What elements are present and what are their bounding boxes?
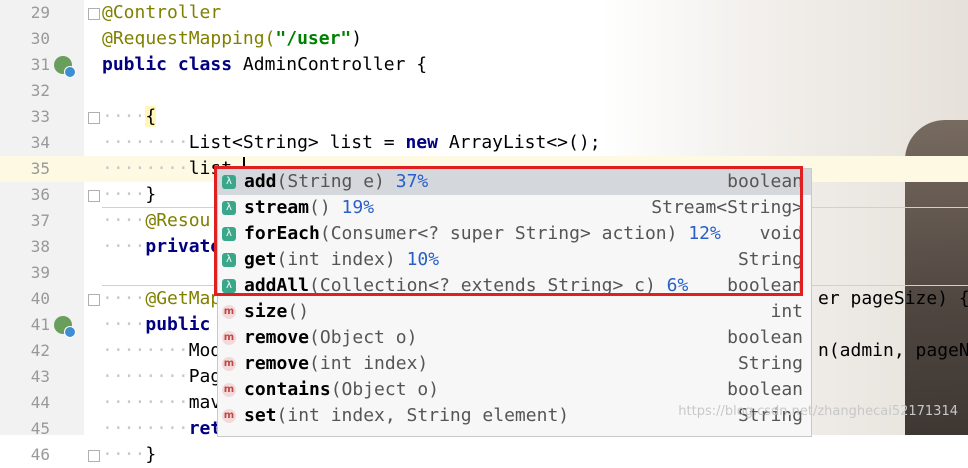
lambda-icon: λ xyxy=(222,253,236,267)
line-number: 46 xyxy=(30,445,50,464)
code-line[interactable]: 33 ····{ xyxy=(0,104,968,130)
code-line[interactable]: 34 ········List<String> list = new ArrayL… xyxy=(0,130,968,156)
code-text: ········ret xyxy=(102,418,222,439)
line-number: 31 xyxy=(30,55,50,74)
code-text: public class AdminController { xyxy=(102,54,428,75)
completion-return-type: String xyxy=(737,249,803,270)
completion-return-type: Stream<String> xyxy=(651,197,803,218)
code-line[interactable]: 46 ····} xyxy=(0,442,968,468)
code-text: ········Pag xyxy=(102,366,222,387)
completion-signature: add(String e) 37% xyxy=(244,171,429,192)
completion-return-type: boolean xyxy=(727,171,803,192)
lambda-icon: λ xyxy=(222,175,236,189)
code-text: ····private xyxy=(102,236,222,257)
spring-bean-icon[interactable] xyxy=(54,56,76,78)
completion-signature: remove(Object o) xyxy=(244,327,418,348)
method-icon: m xyxy=(222,357,236,371)
completion-signature: forEach(Consumer<? super String> action)… xyxy=(244,223,721,244)
method-icon: m xyxy=(222,409,236,423)
line-number: 35 xyxy=(30,159,50,178)
lambda-icon: λ xyxy=(222,201,236,215)
code-text: ········mav xyxy=(102,392,222,413)
line-number: 37 xyxy=(30,211,50,230)
code-text: ····} xyxy=(102,184,157,205)
completion-item[interactable]: λ addAll(Collection<? extends String> c) … xyxy=(218,273,811,299)
completion-item[interactable]: m size() int xyxy=(218,299,811,325)
fold-marker-icon[interactable] xyxy=(88,450,100,462)
completion-return-type: int xyxy=(770,301,803,322)
code-fragment-line41: er pageSize) { xyxy=(818,288,968,309)
code-text: @Controller xyxy=(102,2,222,23)
lambda-icon: λ xyxy=(222,227,236,241)
fold-marker-icon[interactable] xyxy=(88,294,100,306)
line-number: 41 xyxy=(30,315,50,334)
code-fragment-line43: n(admin, pageNu xyxy=(818,340,968,361)
code-text: ········Mod xyxy=(102,340,222,361)
code-text: ····public xyxy=(102,314,211,335)
completion-item[interactable]: λ stream() 19% Stream<String> xyxy=(218,195,811,221)
completion-item[interactable]: λ get(int index) 10% String xyxy=(218,247,811,273)
completion-signature: get(int index) 10% xyxy=(244,249,440,270)
code-line[interactable]: 30 @RequestMapping("/user") xyxy=(0,26,968,52)
code-completion-popup[interactable]: λ add(String e) 37% boolean λ stream() 19% St… xyxy=(217,168,812,437)
method-icon: m xyxy=(222,305,236,319)
line-number: 42 xyxy=(30,341,50,360)
completion-signature: contains(Object o) xyxy=(244,379,440,400)
line-number: 40 xyxy=(30,289,50,308)
completion-signature: addAll(Collection<? extends String> c) 6… xyxy=(244,275,689,296)
completion-signature: size() xyxy=(244,301,310,322)
completion-signature: set(int index, String element) xyxy=(244,405,570,426)
line-number: 38 xyxy=(30,237,50,256)
completion-item[interactable]: λ forEach(Consumer<? super String> action… xyxy=(218,221,811,247)
code-text: ····{ xyxy=(102,106,157,127)
code-line[interactable]: 29 @Controller xyxy=(0,0,968,26)
completion-return-type: boolean xyxy=(727,327,803,348)
line-number: 34 xyxy=(30,133,50,152)
line-number: 43 xyxy=(30,367,50,386)
completion-item[interactable]: m remove(Object o) boolean xyxy=(218,325,811,351)
lambda-icon: λ xyxy=(222,279,236,293)
fold-marker-icon[interactable] xyxy=(88,112,100,124)
completion-signature: remove(int index) xyxy=(244,353,429,374)
completion-signature: stream() 19% xyxy=(244,197,375,218)
line-number: 45 xyxy=(30,419,50,438)
line-number: 44 xyxy=(30,393,50,412)
line-number: 29 xyxy=(30,3,50,22)
completion-return-type: void xyxy=(759,223,803,244)
code-text: ····@Resou xyxy=(102,210,211,231)
line-number: 39 xyxy=(30,263,50,282)
fold-marker-icon[interactable] xyxy=(88,190,100,202)
watermark: https://blog.csdn.net/zhanghecai52171314 xyxy=(678,404,958,419)
method-icon: m xyxy=(222,383,236,397)
fold-marker-icon[interactable] xyxy=(88,8,100,20)
code-text: ········List<String> list = new ArrayLis… xyxy=(102,132,601,153)
line-number: 30 xyxy=(30,29,50,48)
code-text: ····} xyxy=(102,444,157,465)
code-line[interactable]: 31 public class AdminController { xyxy=(0,52,968,78)
completion-return-type: boolean xyxy=(727,275,803,296)
code-text: @RequestMapping("/user") xyxy=(102,28,363,49)
completion-return-type: boolean xyxy=(727,379,803,400)
method-icon: m xyxy=(222,331,236,345)
line-number: 32 xyxy=(30,81,50,100)
completion-return-type: String xyxy=(737,353,803,374)
completion-item[interactable]: m remove(int index) String xyxy=(218,351,811,377)
completion-item[interactable]: m contains(Object o) boolean xyxy=(218,377,811,403)
line-number: 36 xyxy=(30,185,50,204)
line-number: 33 xyxy=(30,107,50,126)
code-line[interactable]: 32 xyxy=(0,78,968,104)
spring-bean-icon[interactable] xyxy=(54,316,76,338)
completion-item[interactable]: λ add(String e) 37% boolean xyxy=(218,169,811,195)
code-text: ····@GetMap xyxy=(102,288,222,309)
